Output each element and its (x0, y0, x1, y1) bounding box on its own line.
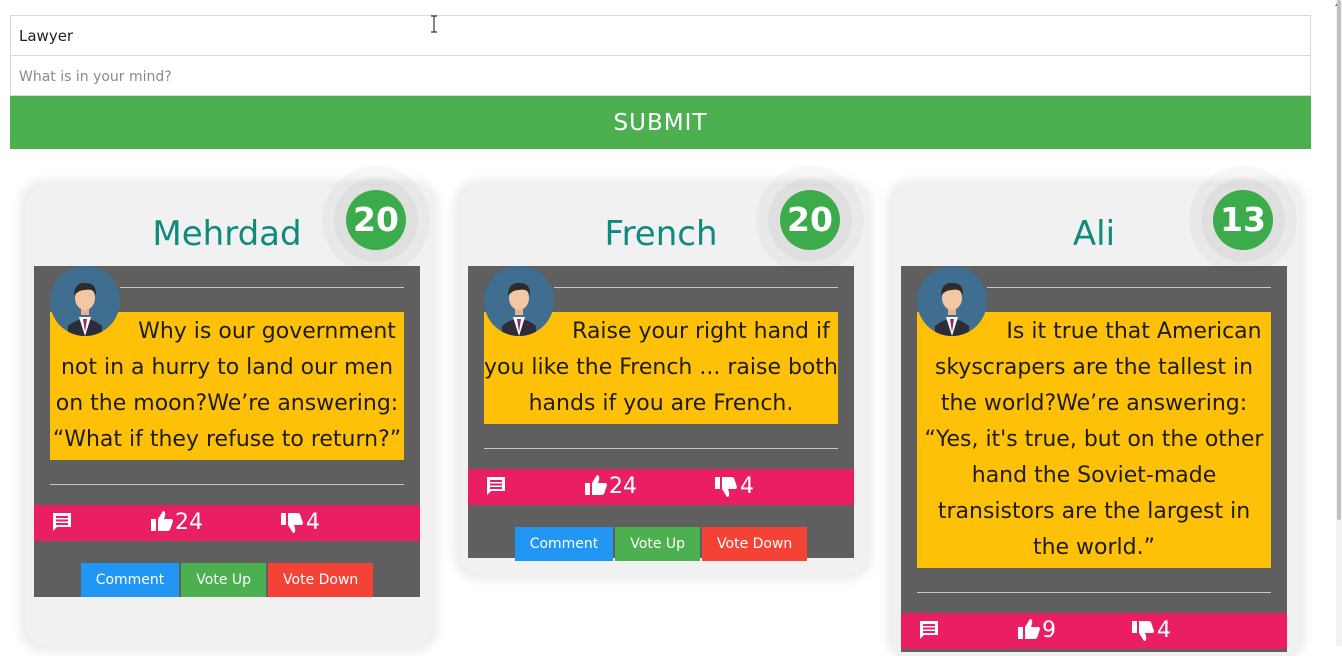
post-text: Why is our government not in a hurry to … (52, 319, 402, 452)
divider (917, 592, 1271, 593)
text-cursor-icon (431, 15, 437, 33)
like-count: 24 (175, 510, 203, 535)
action-buttons: Comment Vote Up Vote Down (484, 505, 838, 561)
divider (554, 287, 838, 288)
post-card: Ali 13 Is it true that American skyscrap… (901, 190, 1287, 652)
thumbs-down-icon[interactable] (1131, 620, 1155, 642)
divider (484, 448, 838, 449)
card-header: Mehrdad 20 (34, 190, 420, 266)
score-badge: 13 (1213, 190, 1273, 250)
avatar-icon (50, 266, 120, 336)
comment-button[interactable]: Comment (514, 527, 614, 561)
post-text-box: Why is our government not in a hurry to … (50, 312, 404, 460)
title-input[interactable] (10, 15, 1311, 56)
card-body: Raise your right hand if you like the Fr… (468, 266, 854, 561)
post-card-wrapper: Ali 13 Is it true that American skyscrap… (893, 186, 1299, 656)
card-header: French 20 (468, 190, 854, 266)
post-card: French 20 Raise your right hand if you l… (468, 190, 854, 561)
message-input[interactable] (10, 56, 1311, 96)
post-form: SUBMIT (10, 15, 1311, 149)
card-body: Is it true that American skyscrapers are… (901, 266, 1287, 649)
thumbs-down-icon[interactable] (714, 476, 738, 498)
avatar-icon (917, 266, 987, 336)
comment-icon[interactable] (51, 511, 73, 533)
submit-button[interactable]: SUBMIT (10, 96, 1311, 149)
scrollbar-thumb[interactable] (1337, 0, 1341, 520)
post-card-wrapper: Mehrdad 20 Why is our government not in … (26, 186, 432, 646)
dislike-count: 4 (740, 474, 754, 499)
stats-bar: 24 4 (468, 469, 854, 505)
comment-icon[interactable] (918, 619, 940, 641)
card-body: Why is our government not in a hurry to … (34, 266, 420, 597)
divider (987, 287, 1271, 288)
stats-bar: 24 4 (34, 505, 420, 541)
vote-down-button[interactable]: Vote Down (702, 527, 808, 561)
dislike-count: 4 (1157, 618, 1171, 643)
scrollbar[interactable] (1335, 0, 1342, 646)
divider (50, 484, 404, 485)
like-count: 9 (1042, 618, 1056, 643)
post-text-box: Is it true that American skyscrapers are… (917, 312, 1271, 568)
avatar-icon (484, 266, 554, 336)
post-text: Is it true that American skyscrapers are… (924, 319, 1264, 560)
post-text: Raise your right hand if you like the Fr… (484, 319, 838, 416)
thumbs-up-icon[interactable] (584, 474, 608, 496)
divider (120, 287, 404, 288)
comment-button[interactable]: Comment (80, 563, 180, 597)
comment-icon[interactable] (485, 475, 507, 497)
dislike-count: 4 (306, 510, 320, 535)
card-header: Ali 13 (901, 190, 1287, 266)
thumbs-up-icon[interactable] (150, 510, 174, 532)
vote-up-button[interactable]: Vote Up (181, 563, 267, 597)
vote-up-button[interactable]: Vote Up (615, 527, 701, 561)
score-badge: 20 (346, 190, 406, 250)
like-count: 24 (609, 474, 637, 499)
post-card: Mehrdad 20 Why is our government not in … (34, 190, 420, 597)
stats-bar: 9 4 (901, 613, 1287, 649)
thumbs-down-icon[interactable] (280, 512, 304, 534)
action-buttons: Comment Vote Up Vote Down (50, 541, 404, 597)
score-badge: 20 (780, 190, 840, 250)
post-card-wrapper: French 20 Raise your right hand if you l… (460, 186, 866, 574)
vote-down-button[interactable]: Vote Down (268, 563, 374, 597)
thumbs-up-icon[interactable] (1017, 618, 1041, 640)
